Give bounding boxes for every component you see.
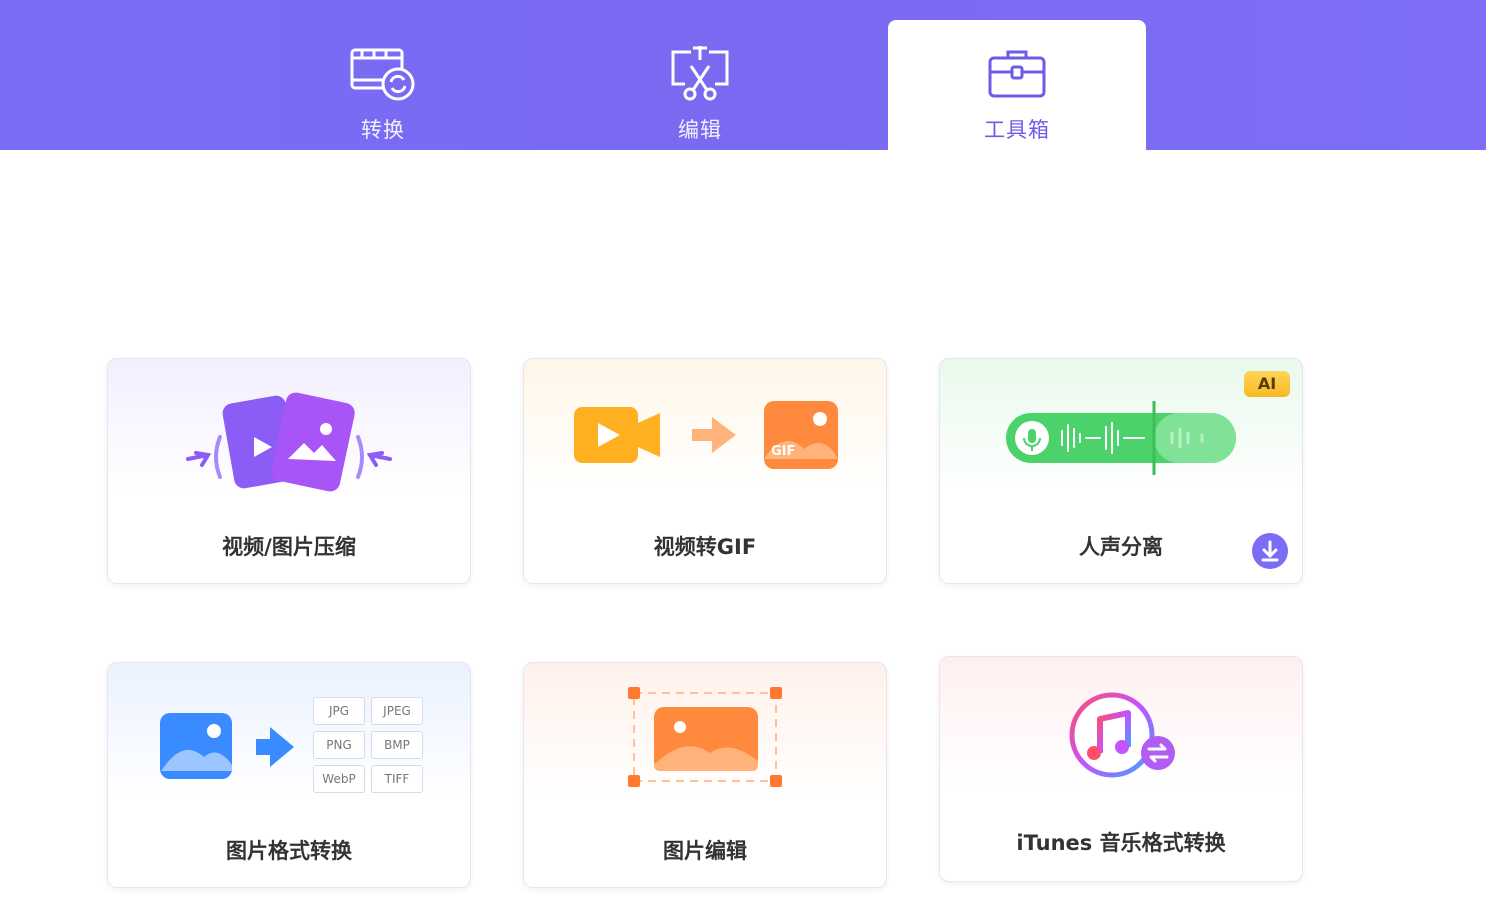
format-tag: WebP: [313, 765, 365, 793]
tool-label-video-to-gif: 视频转GIF: [653, 535, 757, 559]
film-convert-icon: [350, 48, 415, 101]
ai-badge: AI: [1244, 371, 1290, 397]
format-tag: BMP: [371, 731, 423, 759]
tool-label-image-edit: 图片编辑: [663, 839, 747, 863]
tool-label-voice-separation: 人声分离: [1079, 535, 1163, 559]
tab-convert[interactable]: 转换: [254, 20, 512, 150]
gif-text: GIF: [771, 444, 795, 459]
format-tag: JPEG: [371, 697, 423, 725]
itunes-convert-icon: [1069, 692, 1175, 778]
download-icon: [1261, 540, 1279, 562]
download-button[interactable]: [1252, 533, 1288, 569]
tool-card-itunes-convert[interactable]: iTunes 音乐格式转换: [939, 656, 1303, 882]
tab-edit[interactable]: 编辑: [571, 20, 829, 150]
tool-card-video-to-gif[interactable]: GIF 视频转GIF: [523, 358, 887, 584]
image-edit-icon: [628, 687, 782, 787]
tool-card-compress[interactable]: 视频/图片压缩: [107, 358, 471, 584]
format-tag: PNG: [313, 731, 365, 759]
video-to-gif-icon: GIF: [574, 401, 838, 469]
tool-card-image-format[interactable]: JPG JPEG PNG BMP WebP TIFF 图片格式转换: [107, 662, 471, 888]
tab-toolbox-label: 工具箱: [984, 118, 1050, 142]
format-tag: JPG: [313, 697, 365, 725]
top-navigation-bar: 转换 编辑 工具箱: [0, 0, 1486, 150]
format-tag: TIFF: [371, 765, 423, 793]
toolbox-icon: [988, 50, 1046, 98]
tab-convert-label: 转换: [361, 118, 405, 142]
tool-label-compress: 视频/图片压缩: [222, 535, 356, 559]
compress-media-icon: [186, 392, 392, 492]
tool-label-itunes-convert: iTunes 音乐格式转换: [1016, 831, 1226, 855]
tool-card-voice-separation[interactable]: AI 人声分离: [939, 358, 1303, 584]
scissors-crop-icon: [671, 46, 729, 101]
tab-toolbox[interactable]: 工具箱: [888, 20, 1146, 150]
tab-edit-label: 编辑: [678, 118, 722, 142]
tool-card-image-edit[interactable]: 图片编辑: [523, 662, 887, 888]
format-grid: JPG JPEG PNG BMP WebP TIFF: [313, 697, 433, 793]
tool-label-image-format: 图片格式转换: [226, 839, 352, 863]
